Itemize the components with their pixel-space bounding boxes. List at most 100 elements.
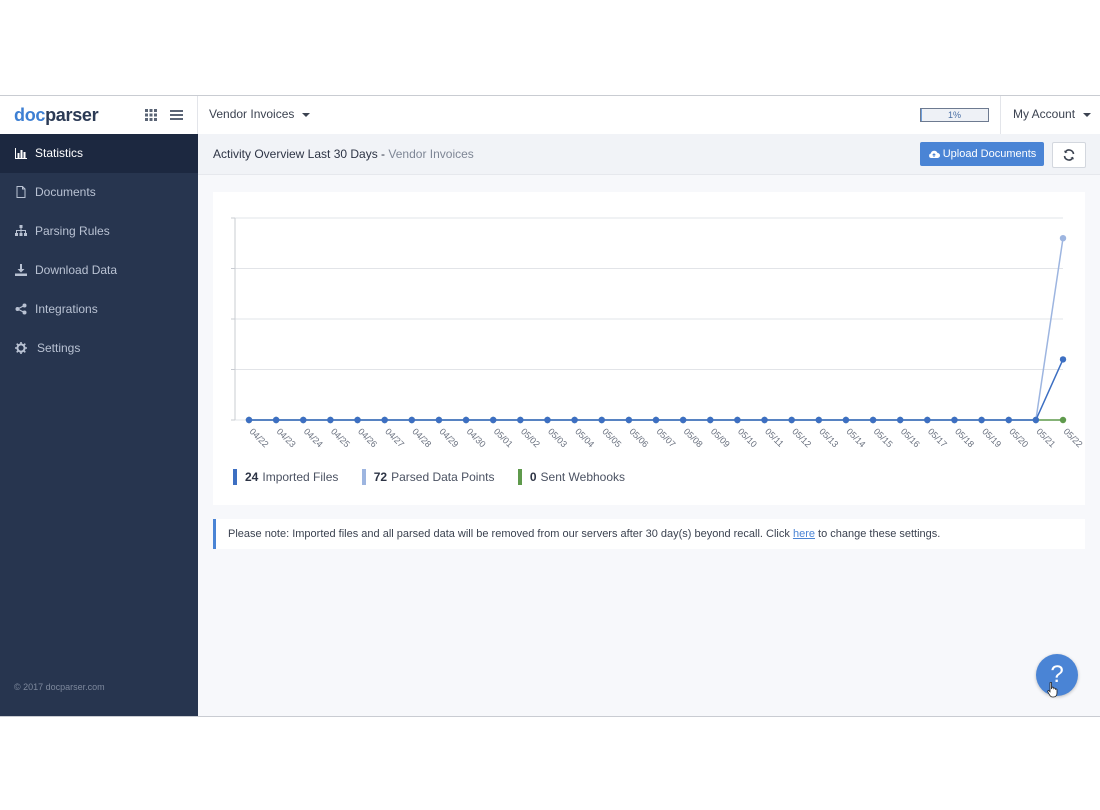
file-icon <box>16 186 26 198</box>
data-point <box>897 416 904 424</box>
data-point <box>978 416 985 424</box>
x-tick-label: 04/23 <box>275 426 298 449</box>
data-point <box>272 416 280 424</box>
sitemap-icon <box>15 225 27 236</box>
page-header: Activity Overview Last 30 Days - Vendor … <box>198 134 1100 175</box>
x-tick-label: 04/27 <box>383 426 406 449</box>
x-tick-label: 04/30 <box>465 426 488 449</box>
x-tick-label: 05/03 <box>546 426 569 449</box>
page-subtitle: Vendor Invoices <box>388 147 474 161</box>
x-tick-label: 05/11 <box>763 426 786 449</box>
main-content: Activity Overview Last 30 Days - Vendor … <box>198 134 1100 716</box>
cloud-upload-icon <box>928 150 940 159</box>
x-tick-label: 05/19 <box>980 426 1003 449</box>
series-line-1 <box>249 238 1064 421</box>
data-point <box>761 416 768 424</box>
settings-link[interactable]: here <box>793 528 815 540</box>
data-point <box>652 416 660 424</box>
caret-down-icon <box>1083 112 1092 117</box>
data-point <box>1059 235 1067 242</box>
sidebar-item-label: Settings <box>37 341 81 355</box>
data-point <box>707 416 714 424</box>
copyright-text: © 2017 docparser.com <box>14 682 105 692</box>
data-point <box>462 416 470 424</box>
data-point <box>842 416 850 424</box>
data-point <box>435 416 443 424</box>
legend-item-sent-webhooks[interactable]: 0 Sent Webhooks <box>517 469 625 485</box>
sidebar-item-settings[interactable]: Settings <box>0 329 198 368</box>
data-point <box>951 416 958 424</box>
grid-view-icon[interactable] <box>145 109 157 121</box>
x-tick-label: 05/09 <box>709 426 732 449</box>
upload-documents-button[interactable]: Upload Documents <box>920 142 1044 166</box>
data-point <box>327 416 334 424</box>
refresh-button[interactable] <box>1052 142 1086 168</box>
data-point <box>869 416 877 424</box>
data-point <box>1032 416 1040 424</box>
my-account-menu[interactable]: My Account <box>1013 107 1092 121</box>
top-bar: docparser Vendor Invoices 1% My Account <box>0 96 1100 135</box>
x-tick-label: 05/18 <box>953 426 976 449</box>
caret-down-icon <box>302 112 311 117</box>
data-point <box>598 416 605 424</box>
data-point <box>924 416 931 424</box>
logo[interactable]: docparser <box>14 105 99 126</box>
activity-chart-card: 04/22 04/23 04/24 04/25 04/26 04/27 04/28 04/29… <box>213 192 1085 505</box>
data-point <box>354 416 361 424</box>
x-tick-label: 05/21 <box>1034 426 1057 449</box>
x-tick-label: 04/26 <box>356 426 379 449</box>
x-tick-label: 05/14 <box>845 426 868 449</box>
data-point <box>1059 416 1067 424</box>
sidebar-item-label: Download Data <box>35 263 118 277</box>
list-view-icon[interactable] <box>170 109 183 121</box>
sidebar-item-parsing-rules[interactable]: Parsing Rules <box>0 212 198 251</box>
data-point <box>571 416 578 424</box>
sidebar-item-integrations[interactable]: Integrations <box>0 290 198 329</box>
data-point <box>517 416 524 424</box>
data-point <box>679 416 687 424</box>
x-tick-label: 05/13 <box>817 426 840 449</box>
parser-selector[interactable]: Vendor Invoices <box>209 107 311 121</box>
x-tick-label: 05/07 <box>655 426 678 449</box>
x-tick-label: 04/24 <box>302 426 325 449</box>
legend-swatch <box>233 469 237 485</box>
data-point <box>788 416 795 424</box>
x-tick-label: 05/20 <box>1007 426 1030 449</box>
x-tick-label: 04/28 <box>410 426 433 449</box>
data-point <box>245 416 253 424</box>
chart-legend: 24 Imported Files 72 Parsed Data Points 0S… <box>233 469 645 485</box>
x-tick-label: 05/16 <box>899 426 922 449</box>
divider <box>197 96 198 134</box>
x-tick-label: 04/29 <box>438 426 461 449</box>
x-tick-label: 04/25 <box>329 426 352 449</box>
legend-item-imported-files[interactable]: 24 Imported Files <box>233 469 338 485</box>
x-tick-label: 04/22 <box>248 426 271 449</box>
data-point <box>1005 416 1012 424</box>
sidebar-item-documents[interactable]: Documents <box>0 173 198 212</box>
data-point <box>544 416 551 424</box>
retention-notice: Please note: Imported files and all pars… <box>213 519 1085 549</box>
app-window: docparser Vendor Invoices 1% My Account … <box>0 95 1100 717</box>
legend-item-parsed-data-points[interactable]: 72 Parsed Data Points <box>361 469 494 485</box>
data-point <box>381 416 388 424</box>
sidebar-item-label: Integrations <box>35 302 98 316</box>
x-tick-label: 05/22 <box>1062 426 1085 449</box>
divider <box>1000 96 1001 134</box>
x-tick-label: 05/08 <box>682 426 705 449</box>
data-point <box>625 416 633 424</box>
x-tick-label: 05/15 <box>872 426 895 449</box>
sidebar-item-download-data[interactable]: Download Data <box>0 251 198 290</box>
share-icon <box>15 303 27 315</box>
x-tick-label: 05/12 <box>790 426 813 449</box>
x-tick-label: 05/05 <box>600 426 623 449</box>
data-point <box>300 416 307 424</box>
data-point <box>408 416 415 424</box>
data-point <box>490 416 497 424</box>
sidebar-item-statistics[interactable]: Statistics <box>0 134 198 173</box>
activity-line-chart: 04/22 04/23 04/24 04/25 04/26 04/27 04/28 04/29… <box>231 217 1085 449</box>
data-point <box>734 416 741 424</box>
usage-progress-bar: 1% <box>920 108 989 122</box>
data-point <box>1059 356 1067 363</box>
sidebar: Statistics Documents Parsing Rules Downl… <box>0 134 198 716</box>
sidebar-item-label: Statistics <box>35 146 84 160</box>
